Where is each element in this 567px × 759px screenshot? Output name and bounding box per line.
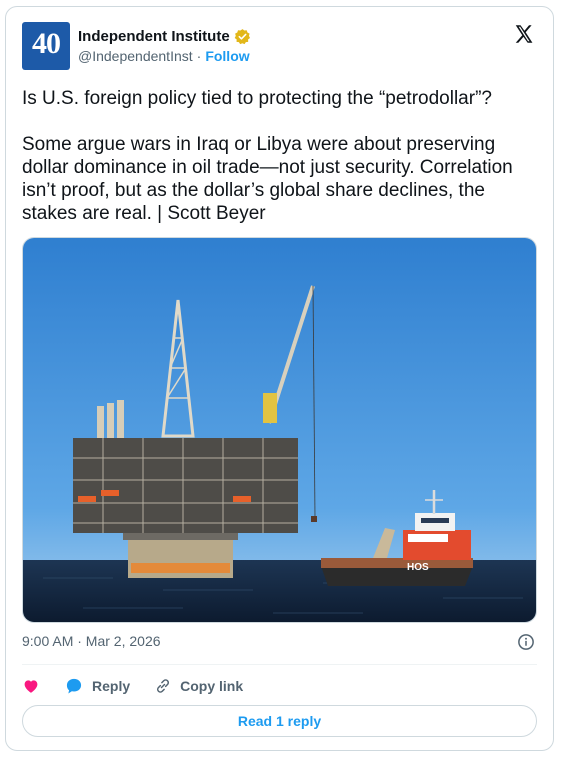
- reply-bubble-icon: [66, 678, 82, 694]
- tweet-image[interactable]: HOS: [22, 237, 537, 623]
- reply-label: Reply: [92, 678, 131, 694]
- separator-dot: ·: [196, 48, 202, 64]
- link-icon: [157, 679, 170, 693]
- author-name[interactable]: Independent Institute: [78, 28, 230, 45]
- reply-button[interactable]: Reply: [64, 676, 130, 696]
- tweet-text: Is U.S. foreign policy tied to protectin…: [22, 88, 513, 224]
- timestamp[interactable]: 9:00 AM · Mar 2, 2026: [22, 633, 161, 649]
- x-logo-icon[interactable]: [513, 23, 535, 45]
- avatar-logo-text: 40: [32, 27, 61, 60]
- read-replies-button[interactable]: Read 1 reply: [22, 705, 537, 737]
- follow-button[interactable]: Follow: [205, 48, 249, 64]
- copy-link-button[interactable]: Copy link: [154, 677, 243, 695]
- divider: [22, 664, 537, 665]
- copy-link-label: Copy link: [180, 678, 244, 694]
- avatar[interactable]: 40: [22, 22, 70, 70]
- heart-icon[interactable]: [22, 677, 40, 695]
- info-icon[interactable]: [517, 633, 535, 651]
- vessel-name-label: HOS: [407, 562, 429, 573]
- action-bar: Reply Copy link: [22, 675, 267, 697]
- verified-badge-icon: [234, 28, 251, 45]
- handle-row: @IndependentInst · Follow: [78, 48, 250, 64]
- author-handle[interactable]: @IndependentInst: [78, 48, 193, 64]
- author-name-row: Independent Institute: [78, 28, 251, 45]
- tweet-card: 40 Independent Institute @IndependentIns…: [5, 6, 554, 751]
